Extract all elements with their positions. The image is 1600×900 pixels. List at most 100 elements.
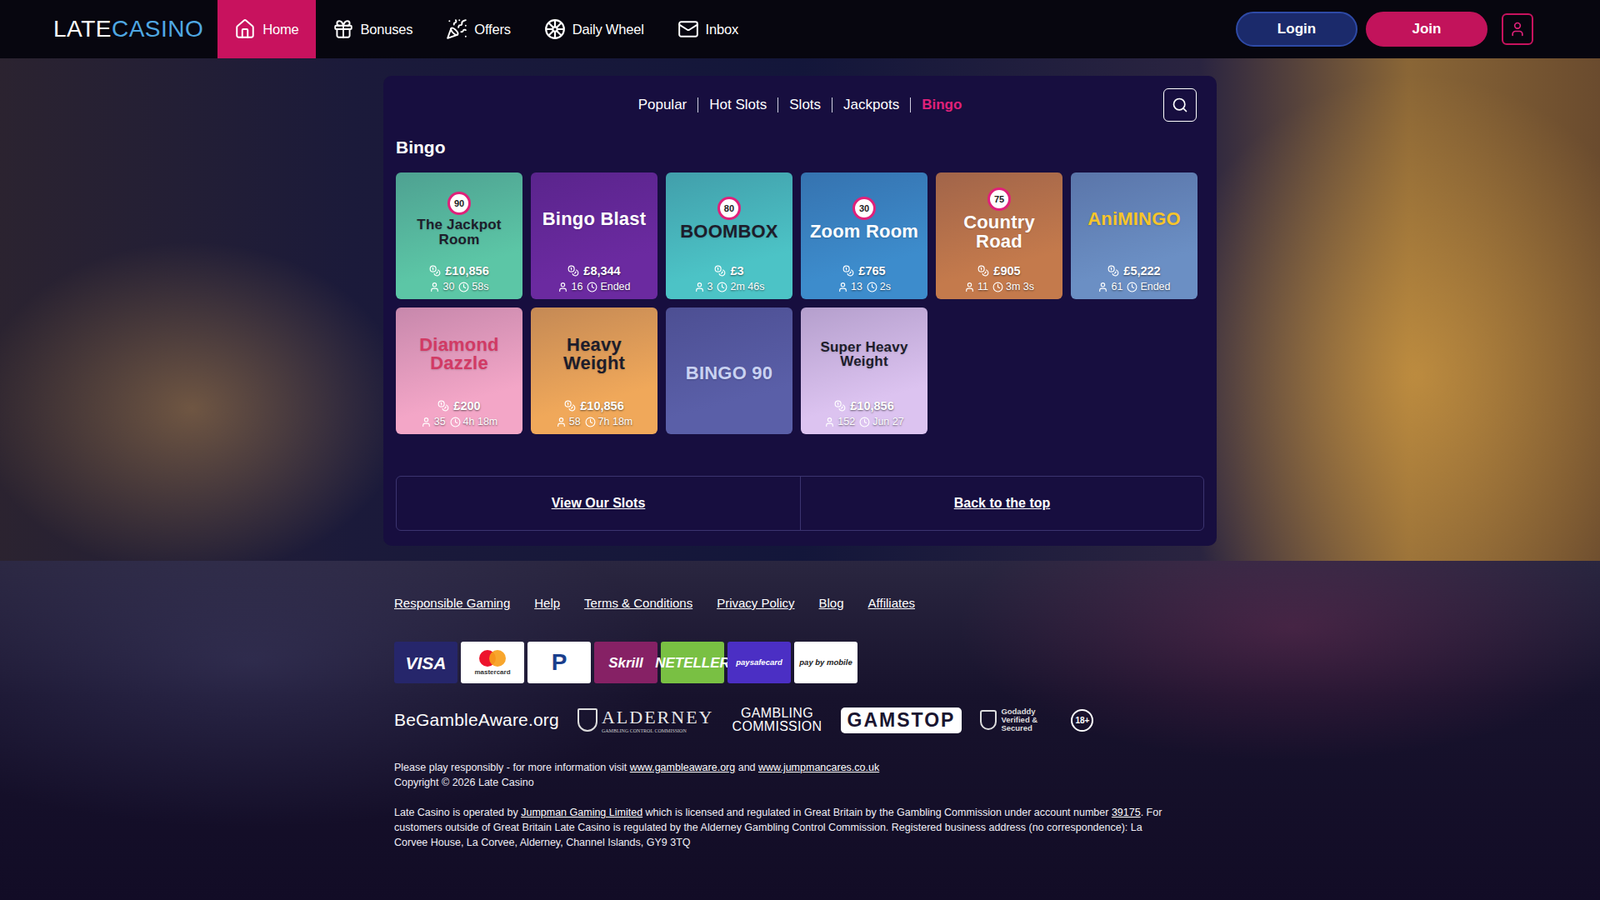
game-art: 90The Jackpot Room xyxy=(406,172,512,261)
game-stats: £10,856152Jun 27 xyxy=(824,395,904,435)
game-grid: 90The Jackpot Room£10,8563058sBingo Blas… xyxy=(395,172,1205,435)
game-card[interactable]: Heavy Weight£10,856587h 18m xyxy=(530,307,658,435)
game-stats: £200354h 18m xyxy=(420,395,499,435)
footer-link[interactable]: Affiliates xyxy=(868,595,915,610)
clock-icon xyxy=(458,281,470,293)
action-link[interactable]: Back to the top xyxy=(800,476,1204,530)
action-bar: View Our SlotsBack to the top xyxy=(395,475,1205,531)
coins-icon xyxy=(567,265,580,277)
clock-icon xyxy=(716,281,728,293)
godaddy-badge[interactable]: Godaddy Verified & Secured xyxy=(980,707,1053,733)
game-art: Diamond Dazzle xyxy=(395,307,523,396)
user-icon xyxy=(1509,20,1526,38)
legal-link[interactable]: www.jumpmancares.co.uk xyxy=(758,761,880,774)
logo[interactable]: LATECASINO xyxy=(53,15,204,43)
game-title: Heavy Weight xyxy=(537,335,651,374)
game-title: Country Road xyxy=(942,213,1056,251)
timer: Ended xyxy=(1126,280,1170,293)
player-icon xyxy=(420,416,432,428)
timer: Jun 27 xyxy=(859,415,905,428)
bingo-ball: 75 xyxy=(987,187,1011,211)
crest-icon xyxy=(577,708,598,732)
coins-icon xyxy=(437,400,450,412)
category-tab[interactable]: Hot Slots xyxy=(697,97,778,113)
game-title: Diamond Dazzle xyxy=(402,335,516,374)
gambling-commission-logo[interactable]: GAMBLING COMMISSION xyxy=(732,706,823,734)
search-button[interactable] xyxy=(1163,88,1197,122)
game-card[interactable]: BINGO 90 xyxy=(665,307,793,435)
main-nav: HomeBonusesOffersDaily WheelInbox xyxy=(217,0,755,59)
nav-item[interactable]: Offers xyxy=(429,0,527,59)
age-badge: 18+ xyxy=(1070,709,1094,732)
players: 35 xyxy=(420,415,446,428)
legal-link[interactable]: www.gambleaware.org xyxy=(630,761,735,774)
nav-item[interactable]: Bonuses xyxy=(315,0,430,59)
game-card[interactable]: Diamond Dazzle £200354h 18m xyxy=(395,307,523,435)
nav-item[interactable]: Daily Wheel xyxy=(527,0,661,59)
players: 16 xyxy=(557,280,583,293)
jackpot: £3 xyxy=(714,264,744,278)
game-card[interactable]: Bingo Blast£8,34416Ended xyxy=(530,172,658,300)
section-heading: Bingo xyxy=(395,136,1205,159)
gamstop-logo[interactable]: GAMSTOP xyxy=(840,707,963,734)
coins-icon xyxy=(834,400,846,412)
payment-logo: VISA xyxy=(394,641,458,684)
game-card[interactable]: 90The Jackpot Room£10,8563058s xyxy=(395,172,523,300)
game-title: BOOMBOX xyxy=(680,222,779,241)
games-panel: PopularHot SlotsSlotsJackpotsBingoBingo9… xyxy=(383,75,1217,546)
legal-link[interactable]: Jumpman Gaming Limited xyxy=(520,806,643,819)
nav-item[interactable]: Home xyxy=(217,0,315,59)
clock-icon xyxy=(859,416,870,428)
clock-icon xyxy=(450,416,461,428)
game-art: BINGO 90 xyxy=(679,307,780,435)
coins-icon xyxy=(429,265,441,277)
join-button[interactable]: Join xyxy=(1365,11,1488,47)
category-tab[interactable]: Popular xyxy=(627,97,699,113)
alderney-logo[interactable]: ALDERNEYGAMBLING CONTROL COMMISSION xyxy=(577,706,715,734)
coins-icon xyxy=(842,265,855,277)
account-button[interactable] xyxy=(1501,13,1534,45)
footer-link[interactable]: Privacy Policy xyxy=(716,595,795,610)
game-card[interactable]: Super Heavy Weight £10,856152Jun 27 xyxy=(800,307,928,435)
game-card[interactable]: 75Country Road£905113m 3s xyxy=(935,172,1063,300)
page: LATECASINO HomeBonusesOffersDaily WheelIn… xyxy=(0,0,1600,900)
gift-icon xyxy=(332,18,355,40)
clock-icon xyxy=(992,281,1004,293)
game-title: Super Heavy Weight xyxy=(818,340,910,370)
footer-links: Responsible Gaming Help Terms & Conditions… xyxy=(394,595,1600,610)
category-tab[interactable]: Slots xyxy=(777,97,832,113)
mail-icon xyxy=(677,18,700,40)
player-icon xyxy=(429,281,440,293)
game-card[interactable]: 30Zoom Room£765132s xyxy=(800,172,928,300)
payment-logo: P xyxy=(527,641,591,684)
regulator-logos: BeGambleAware.org ALDERNEYGAMBLING CONTRO… xyxy=(394,706,1600,734)
game-stats: £8,34416Ended xyxy=(557,260,630,300)
players: 11 xyxy=(964,280,989,293)
game-card[interactable]: 80BOOMBOX£332m 46s xyxy=(665,172,793,300)
nav-item[interactable]: Inbox xyxy=(660,0,755,59)
footer-link[interactable]: Responsible Gaming xyxy=(394,595,510,610)
footer-link[interactable]: Help xyxy=(534,595,560,610)
begambleaware-logo[interactable]: BeGambleAware.org xyxy=(394,710,560,730)
players: 13 xyxy=(837,280,863,293)
category-tabs: PopularHot SlotsSlotsJackpotsBingo xyxy=(395,88,1205,122)
timer: 2m 46s xyxy=(716,280,765,293)
hero-background: PopularHot SlotsSlotsJackpotsBingoBingo9… xyxy=(0,58,1600,561)
category-tab[interactable]: Jackpots xyxy=(831,97,910,113)
action-link[interactable]: View Our Slots xyxy=(396,476,800,530)
category-tab[interactable]: Bingo xyxy=(910,97,973,113)
footer-link[interactable]: Terms & Conditions xyxy=(584,595,693,610)
clock-icon xyxy=(866,281,878,293)
footer-link[interactable]: Blog xyxy=(819,595,845,610)
party-popper-icon xyxy=(445,18,468,40)
jackpot: £10,856 xyxy=(429,264,489,278)
legal-link[interactable]: 39175 xyxy=(1111,806,1141,819)
search-icon xyxy=(1171,96,1189,114)
game-title: BINGO 90 xyxy=(685,364,773,383)
game-card[interactable]: AniMINGO£5,22261Ended xyxy=(1070,172,1198,300)
payment-logo: mastercard xyxy=(460,641,525,684)
login-button[interactable]: Login xyxy=(1235,11,1358,47)
game-art: Heavy Weight xyxy=(530,307,658,396)
player-icon xyxy=(1097,281,1109,293)
timer: 58s xyxy=(458,280,489,293)
